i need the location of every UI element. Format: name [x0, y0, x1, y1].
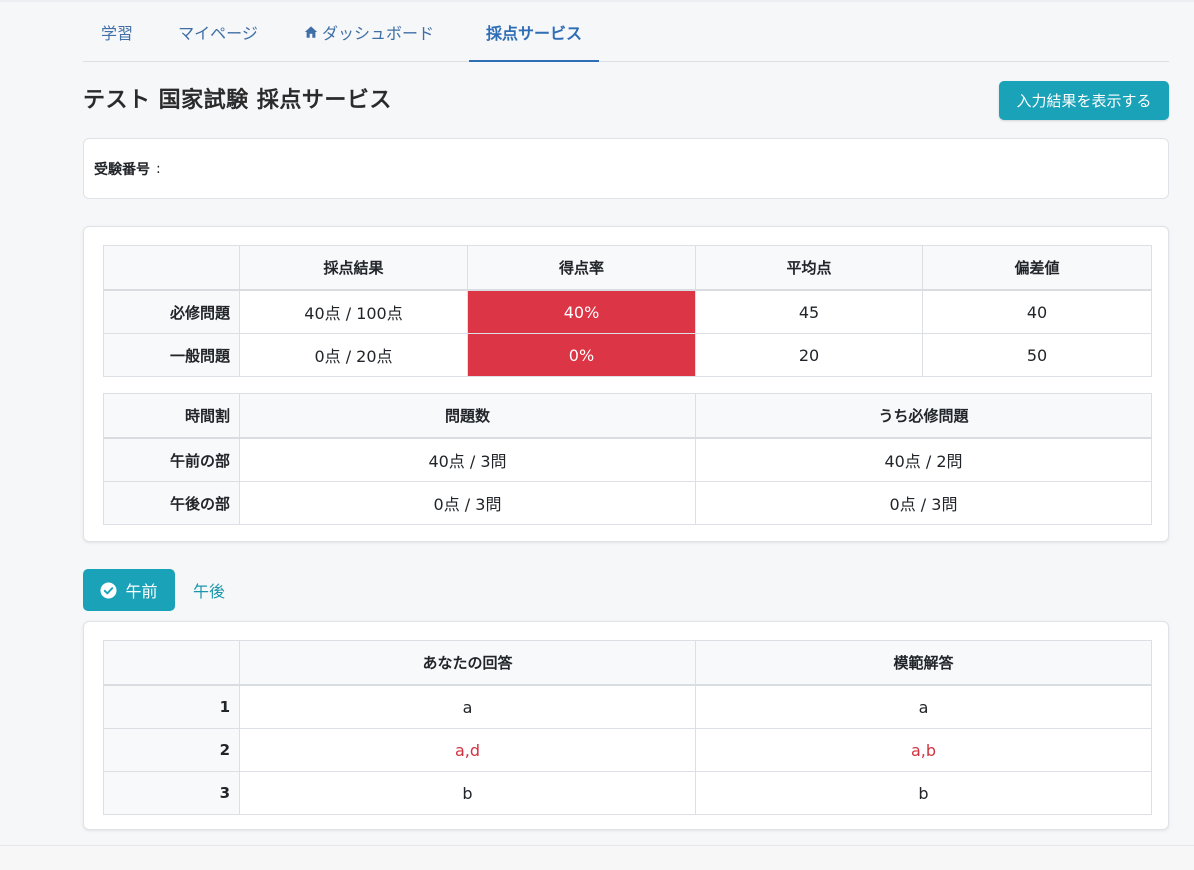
exam-number-colon: : [156, 160, 161, 177]
score-table: 採点結果 得点率 平均点 偏差値 必修問題 40点 / 100点 40% 45 … [103, 245, 1152, 377]
table-row: 午前の部 40点 / 3問 40点 / 2問 [103, 437, 1152, 482]
nav-item-study[interactable]: 学習 [83, 2, 151, 61]
tab-label: 午前 [125, 582, 158, 601]
cell-result: 40点 / 100点 [239, 289, 468, 334]
nav-item-label: 学習 [100, 23, 133, 43]
row-label: 午後の部 [103, 481, 240, 525]
header-cell-empty [103, 245, 240, 291]
cell-your-answer: b [239, 771, 696, 815]
score-summary-card: 採点結果 得点率 平均点 偏差値 必修問題 40点 / 100点 40% 45 … [83, 226, 1169, 542]
tab-afternoon[interactable]: 午後 [193, 569, 225, 611]
answers-table: あなたの回答 模範解答 1 a a 2 a,d a,b 3 b b [103, 640, 1152, 815]
cell-rate: 40% [467, 289, 696, 334]
header-cell-empty [103, 640, 240, 686]
nav-item-mypage[interactable]: マイページ [151, 2, 285, 61]
nav-item-label: ダッシュボード [321, 23, 434, 43]
cell-model-answer: a,b [695, 728, 1152, 772]
cell-required: 0点 / 3問 [695, 481, 1152, 525]
show-input-results-button[interactable]: 入力結果を表示する [999, 81, 1169, 120]
exam-number-label: 受験番号 [94, 161, 150, 178]
row-label: 一般問題 [103, 333, 240, 377]
header-cell-rate: 得点率 [467, 245, 696, 291]
cell-average: 20 [695, 333, 923, 377]
cell-result: 0点 / 20点 [239, 333, 468, 377]
cell-deviation: 50 [922, 333, 1152, 377]
question-number: 2 [103, 728, 240, 772]
header-cell-count: 問題数 [239, 393, 696, 439]
page-title: テスト 国家試験 採点サービス [83, 88, 392, 113]
page-footer-bar [0, 845, 1194, 870]
tab-label: 午後 [193, 582, 226, 601]
table-header-row: 時間割 問題数 うち必修問題 [103, 393, 1152, 439]
cell-model-answer: a [695, 684, 1152, 729]
header-cell-result: 採点結果 [239, 245, 468, 291]
row-label: 必修問題 [103, 289, 240, 334]
header-cell-required: うち必修問題 [695, 393, 1152, 439]
cell-required: 40点 / 2問 [695, 437, 1152, 482]
cell-average: 45 [695, 289, 923, 334]
top-nav: 学習 マイページ ダッシュボード 採点サービス [83, 2, 1169, 62]
tab-morning[interactable]: 午前 [83, 569, 175, 611]
row-label: 午前の部 [103, 437, 240, 482]
nav-item-dashboard[interactable]: ダッシュボード [285, 2, 453, 61]
timetable-table: 時間割 問題数 うち必修問題 午前の部 40点 / 3問 40点 / 2問 午後… [103, 393, 1152, 525]
cell-count: 40点 / 3問 [239, 437, 696, 482]
cell-deviation: 40 [922, 289, 1152, 334]
cell-your-answer: a [239, 684, 696, 729]
answers-card: あなたの回答 模範解答 1 a a 2 a,d a,b 3 b b [83, 621, 1169, 830]
nav-item-label: 採点サービス [485, 23, 582, 43]
cell-rate: 0% [467, 333, 696, 377]
table-header-row: 採点結果 得点率 平均点 偏差値 [103, 245, 1152, 291]
home-icon [304, 25, 318, 38]
table-row: 1 a a [103, 684, 1152, 729]
question-number: 1 [103, 684, 240, 729]
header-cell-average: 平均点 [695, 245, 923, 291]
check-circle-icon [100, 581, 118, 599]
header-cell-deviation: 偏差値 [922, 245, 1152, 291]
table-row: 一般問題 0点 / 20点 0% 20 50 [103, 333, 1152, 377]
table-row: 必修問題 40点 / 100点 40% 45 40 [103, 289, 1152, 334]
header-cell-your-answer: あなたの回答 [239, 640, 696, 686]
table-row: 2 a,d a,b [103, 728, 1152, 772]
nav-item-scoring-service[interactable]: 採点サービス [453, 2, 615, 62]
table-header-row: あなたの回答 模範解答 [103, 640, 1152, 686]
cell-your-answer: a,d [239, 728, 696, 772]
header-cell-model-answer: 模範解答 [695, 640, 1152, 686]
table-row: 3 b b [103, 771, 1152, 815]
cell-model-answer: b [695, 771, 1152, 815]
exam-number-card: 受験番号 : [83, 138, 1169, 199]
question-number: 3 [103, 771, 240, 815]
table-row: 午後の部 0点 / 3問 0点 / 3問 [103, 481, 1152, 525]
nav-item-label: マイページ [178, 23, 258, 43]
header-cell-timetable: 時間割 [103, 393, 240, 439]
cell-count: 0点 / 3問 [239, 481, 696, 525]
